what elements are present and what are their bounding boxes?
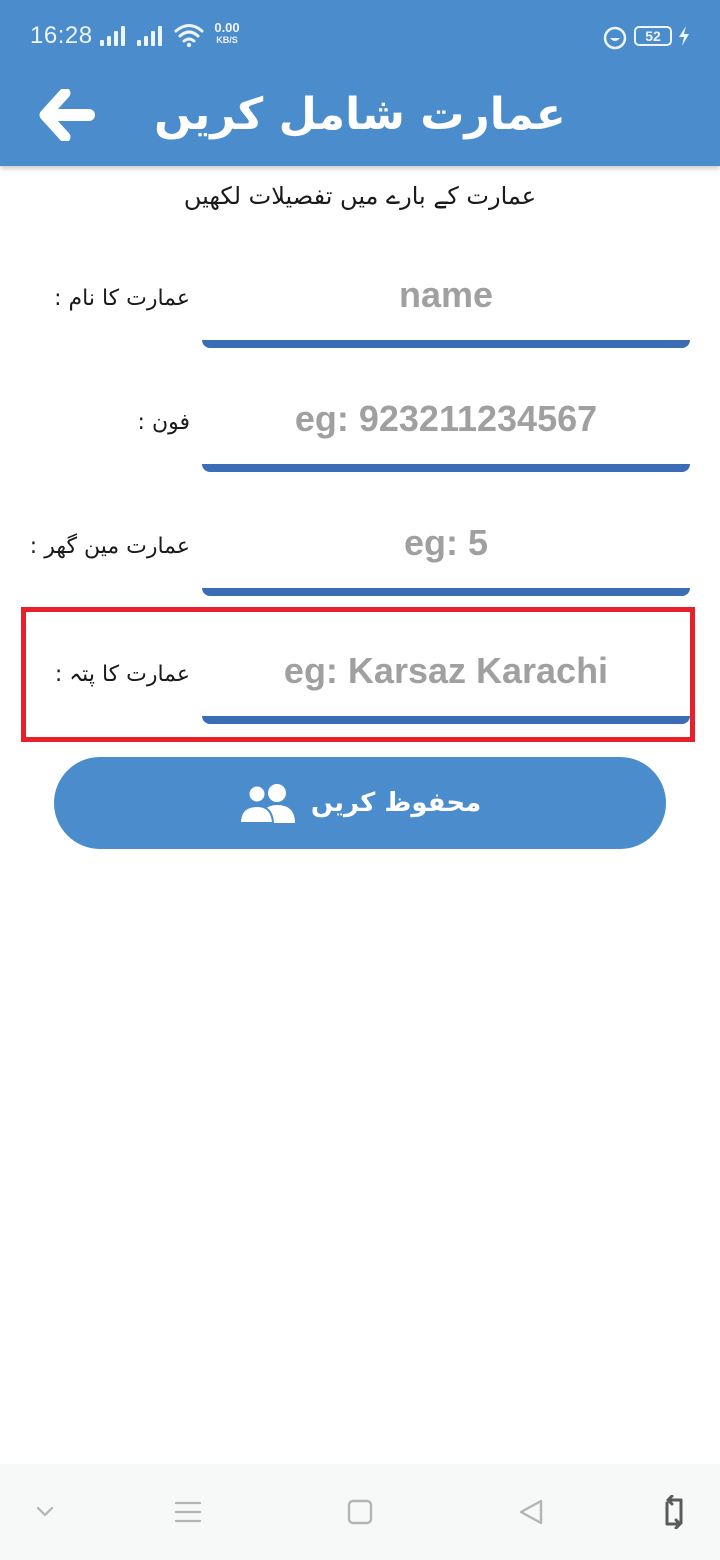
status-time: 16:28 [30, 22, 93, 49]
building-name-input[interactable]: name [202, 262, 690, 348]
back-triangle-icon [519, 1499, 543, 1525]
rotate-icon [665, 1495, 683, 1529]
page-title: عمارت شامل کریں [154, 89, 566, 140]
building-name-label: عمارت کا نام : [54, 286, 190, 311]
input-underline [202, 464, 690, 472]
status-bar: 16:28 0.00 KB/S 52 [0, 0, 720, 72]
nav-menu-button[interactable] [166, 1490, 210, 1534]
houses-count-placeholder: eg: 5 [403, 522, 489, 563]
address-input[interactable]: eg: Karsaz Karachi [202, 638, 690, 724]
nav-rotate-button[interactable] [652, 1490, 696, 1534]
address-label: عمارت کا پتہ : [54, 662, 190, 687]
signal-icon [100, 26, 130, 46]
app-bar: عمارت شامل کریں [0, 72, 720, 166]
back-button[interactable] [30, 82, 104, 148]
nav-collapse-button[interactable] [23, 1490, 67, 1534]
charging-icon [679, 26, 689, 46]
top-bar: 16:28 0.00 KB/S 52 عمارت شامل کریں [0, 0, 720, 166]
screen: 16:28 0.00 KB/S 52 عمارت شامل کریں عمارت… [0, 0, 720, 1560]
arrow-left-icon [39, 89, 95, 141]
input-underline [202, 716, 690, 724]
phone-placeholder: eg: 923211234567 [294, 398, 598, 439]
network-speed-unit: KB/S [216, 35, 238, 45]
input-underline [202, 588, 690, 596]
address-placeholder: eg: Karsaz Karachi [283, 650, 609, 691]
navigation-bar [0, 1464, 720, 1560]
input-underline [202, 340, 690, 348]
battery-icon: 52 [634, 26, 672, 46]
nav-home-button[interactable] [338, 1490, 382, 1534]
chevron-down-icon [36, 1506, 54, 1517]
houses-count-label: عمارت مین گھر : [29, 534, 190, 559]
form-subtitle: عمارت کے بارے میں تفصیلات لکھیں [183, 182, 537, 210]
menu-icon [174, 1501, 202, 1523]
building-name-placeholder: name [398, 274, 494, 315]
nav-back-button[interactable] [509, 1490, 553, 1534]
network-speed-value: 0.00 [214, 20, 240, 35]
save-button[interactable]: محفوظ کریں [54, 757, 666, 849]
wifi-icon [174, 24, 204, 48]
signal-icon [137, 26, 167, 46]
phone-label: فون : [137, 410, 190, 435]
users-icon [238, 784, 295, 823]
houses-count-input[interactable]: eg: 5 [202, 510, 690, 596]
save-button-label: محفوظ کریں [310, 788, 482, 818]
home-square-icon [347, 1499, 373, 1525]
phone-input[interactable]: eg: 923211234567 [202, 386, 690, 472]
network-speed: 0.00 KB/S [210, 20, 244, 46]
app-status-icon [603, 26, 627, 50]
